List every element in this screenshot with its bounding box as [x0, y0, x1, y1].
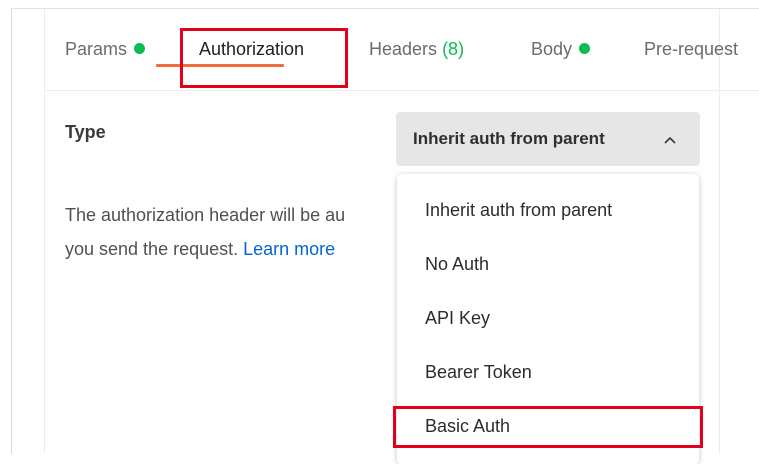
tab-pre-request[interactable]: Pre-request [644, 39, 738, 60]
params-status-dot-icon [134, 43, 146, 54]
menu-item-no-auth[interactable]: No Auth [425, 254, 489, 275]
learn-more-link[interactable]: Learn more [243, 239, 335, 259]
auth-description: The authorization header will be au you … [65, 198, 395, 266]
auth-type-selected-value: Inherit auth from parent [413, 129, 605, 148]
authorization-tab-highlight-box [180, 28, 348, 88]
auth-type-select[interactable]: Inherit auth from parent [396, 112, 700, 166]
tab-headers[interactable]: Headers (8) [369, 39, 464, 60]
tab-params[interactable]: Params [65, 39, 146, 60]
tab-body[interactable]: Body [531, 39, 591, 60]
auth-description-text: you send the request. [65, 239, 239, 259]
headers-count-badge: (8) [442, 39, 465, 59]
tab-body-label: Body [531, 39, 573, 59]
chevron-up-icon [664, 136, 676, 144]
auth-description-line2: you send the request. Learn more [65, 232, 395, 266]
menu-item-bearer-token[interactable]: Bearer Token [425, 362, 532, 383]
tab-pre-request-label: Pre-request [644, 39, 739, 59]
menu-item-api-key[interactable]: API Key [425, 308, 490, 329]
menu-item-inherit-auth[interactable]: Inherit auth from parent [425, 200, 612, 221]
auth-description-line1: The authorization header will be au [65, 205, 346, 225]
tab-params-label: Params [65, 39, 128, 59]
tab-headers-label: Headers [369, 39, 438, 59]
body-status-dot-icon [579, 43, 591, 54]
request-tabs: Params Authorization Headers (8) Body Pr… [44, 9, 759, 91]
basic-auth-highlight-box [393, 406, 703, 448]
auth-type-label: Type [65, 122, 106, 142]
